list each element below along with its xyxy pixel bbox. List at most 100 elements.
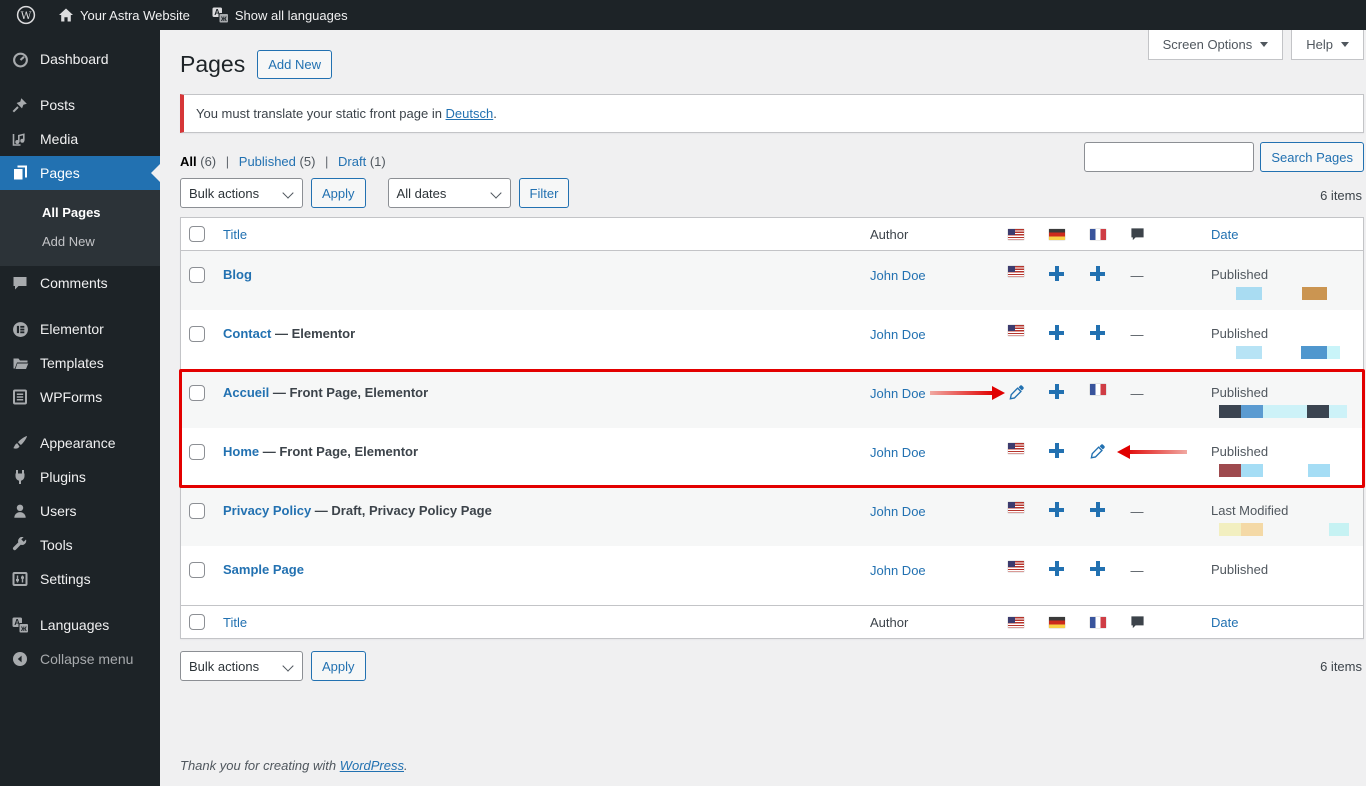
author-link[interactable]: John Doe <box>870 504 926 519</box>
row-checkbox[interactable] <box>189 503 205 519</box>
user-icon <box>10 503 30 519</box>
select-all-checkbox[interactable] <box>189 226 205 242</box>
help-label: Help <box>1306 37 1333 52</box>
add-translation-icon[interactable] <box>1049 325 1064 340</box>
view-draft-link[interactable]: Draft <box>338 154 366 169</box>
add-translation-icon[interactable] <box>1090 502 1105 517</box>
sidebar-item-users[interactable]: Users <box>0 494 160 528</box>
show-all-languages-menu[interactable]: Aж Show all languages <box>204 0 356 30</box>
france-flag-icon[interactable] <box>1089 384 1106 395</box>
dashboard-icon <box>10 51 30 68</box>
row-checkbox[interactable] <box>189 326 205 342</box>
wordpress-link[interactable]: WordPress <box>340 758 404 773</box>
sidebar-item-wpforms[interactable]: WPForms <box>0 380 160 414</box>
bulk-actions-select[interactable]: Bulk actions <box>180 178 303 208</box>
us-flag-icon[interactable] <box>1008 325 1024 336</box>
page-title-link[interactable]: Blog <box>223 267 252 282</box>
france-flag-icon <box>1089 616 1106 628</box>
comments-dash: — <box>1130 504 1144 519</box>
apply-button[interactable]: Apply <box>311 178 366 208</box>
submenu-all-pages[interactable]: All Pages <box>0 198 160 227</box>
row-checkbox[interactable] <box>189 267 205 283</box>
comments-icon <box>10 275 30 291</box>
visit-site-link[interactable]: Your Astra Website <box>50 0 198 30</box>
search-input[interactable] <box>1084 142 1255 172</box>
redacted-date <box>1211 464 1363 478</box>
select-all-checkbox[interactable] <box>189 614 205 630</box>
add-translation-icon[interactable] <box>1090 266 1105 281</box>
author-link[interactable]: John Doe <box>870 563 926 578</box>
sidebar-item-posts[interactable]: Posts <box>0 88 160 122</box>
column-title[interactable]: Title <box>223 227 247 242</box>
screen-options-button[interactable]: Screen Options <box>1147 30 1284 60</box>
tablenav-top: Bulk actions Apply All dates Filter <box>180 178 1364 208</box>
home-icon <box>58 7 74 23</box>
table-footer-header: Title Author Date <box>181 605 1363 638</box>
add-translation-icon[interactable] <box>1049 502 1064 517</box>
sidebar-item-media[interactable]: Media <box>0 122 160 156</box>
bulk-actions-select-bottom[interactable]: Bulk actions <box>180 651 303 681</box>
sidebar-item-settings[interactable]: Settings <box>0 562 160 596</box>
page-title-link[interactable]: Sample Page <box>223 562 304 577</box>
sidebar-item-appearance[interactable]: Appearance <box>0 426 160 460</box>
screen-options-label: Screen Options <box>1162 37 1253 52</box>
us-flag-icon[interactable] <box>1008 561 1024 572</box>
germany-flag-icon <box>1048 616 1065 628</box>
us-flag-icon[interactable] <box>1008 266 1024 277</box>
add-translation-icon[interactable] <box>1049 384 1064 399</box>
add-translation-icon[interactable] <box>1049 266 1064 281</box>
page-title-link[interactable]: Home <box>223 444 259 459</box>
add-translation-icon[interactable] <box>1049 561 1064 576</box>
sidebar-item-pages[interactable]: Pages <box>0 156 160 190</box>
table-row-accueil: Accueil — Front Page, Elementor John Doe… <box>181 369 1363 428</box>
page-title-link[interactable]: Contact <box>223 326 271 341</box>
row-checkbox[interactable] <box>189 385 205 401</box>
all-dates-select[interactable]: All dates <box>387 178 511 208</box>
redacted-date <box>1211 405 1363 419</box>
column-date[interactable]: Date <box>1211 227 1238 242</box>
sidebar-item-templates[interactable]: Templates <box>0 346 160 380</box>
sidebar-item-plugins[interactable]: Plugins <box>0 460 160 494</box>
help-button[interactable]: Help <box>1291 30 1364 60</box>
page-title-link[interactable]: Accueil <box>223 385 269 400</box>
sidebar-item-tools[interactable]: Tools <box>0 528 160 562</box>
sidebar-item-comments[interactable]: Comments <box>0 266 160 300</box>
add-translation-icon[interactable] <box>1090 325 1105 340</box>
filter-button[interactable]: Filter <box>518 178 570 208</box>
us-flag-icon[interactable] <box>1008 502 1024 513</box>
author-link[interactable]: John Doe <box>870 445 926 460</box>
us-flag-icon <box>1008 616 1024 628</box>
search-pages-button[interactable]: Search Pages <box>1260 142 1364 172</box>
edit-translation-icon[interactable] <box>1089 443 1106 460</box>
svg-text:ж: ж <box>220 14 227 23</box>
row-checkbox[interactable] <box>189 562 205 578</box>
author-link[interactable]: John Doe <box>870 327 926 342</box>
sidebar-collapse-menu[interactable]: Collapse menu <box>0 642 160 676</box>
submenu-add-new[interactable]: Add New <box>0 227 160 256</box>
date-status: Published <box>1211 562 1269 577</box>
author-link[interactable]: John Doe <box>870 268 926 283</box>
column-date[interactable]: Date <box>1211 615 1238 630</box>
apply-button-bottom[interactable]: Apply <box>311 651 366 681</box>
sidebar-item-languages[interactable]: Aж Languages <box>0 608 160 642</box>
table-row-home: Home — Front Page, Elementor John Doe — … <box>181 428 1363 487</box>
column-title[interactable]: Title <box>223 615 247 630</box>
view-all-link[interactable]: All <box>180 154 197 169</box>
sidebar-label: Plugins <box>40 469 86 485</box>
author-link[interactable]: John Doe <box>870 386 926 401</box>
page-title-link[interactable]: Privacy Policy <box>223 503 311 518</box>
deutsch-link[interactable]: Deutsch <box>446 106 494 121</box>
us-flag-icon <box>1008 228 1024 240</box>
row-checkbox[interactable] <box>189 444 205 460</box>
wordpress-logo-menu[interactable]: W <box>8 0 44 30</box>
add-new-button[interactable]: Add New <box>257 50 332 79</box>
add-translation-icon[interactable] <box>1090 561 1105 576</box>
sidebar-item-elementor[interactable]: Elementor <box>0 312 160 346</box>
add-translation-icon[interactable] <box>1049 443 1064 458</box>
view-published-link[interactable]: Published <box>239 154 296 169</box>
admin-bar: W Your Astra Website Aж Show all languag… <box>0 0 1366 30</box>
sidebar-item-dashboard[interactable]: Dashboard <box>0 42 160 76</box>
edit-translation-icon[interactable] <box>1008 384 1025 401</box>
paintbrush-icon <box>10 435 30 451</box>
us-flag-icon[interactable] <box>1008 443 1024 454</box>
